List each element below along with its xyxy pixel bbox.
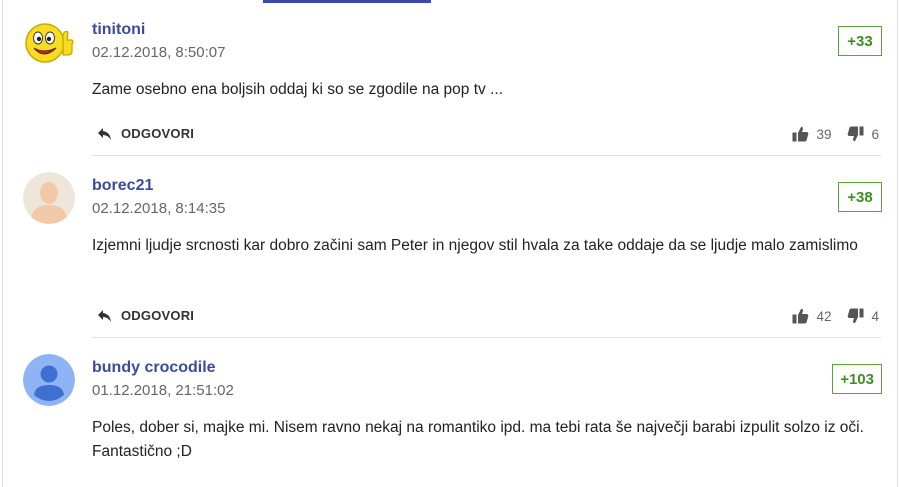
smiley-thumbs-up-icon	[23, 16, 75, 68]
score-badge: +33	[838, 26, 882, 56]
reply-button[interactable]: ODGOVORI	[97, 308, 194, 323]
vote-controls: 39 6	[792, 126, 879, 142]
thumbs-up-icon	[792, 308, 809, 324]
default-user-icon	[23, 354, 75, 406]
default-person-icon	[23, 172, 75, 224]
reply-arrow-icon	[98, 127, 111, 140]
comment-text: Poles, dober si, majke mi. Nisem ravno n…	[92, 419, 864, 460]
dislike-button[interactable]: 6	[847, 126, 879, 142]
score-badge: +103	[832, 364, 882, 394]
comment-text: Zame osebno ena boljsih oddaj ki so se z…	[92, 81, 504, 98]
username[interactable]: borec21	[92, 177, 153, 195]
comment-text: Izjemni ljudje srcnosti kar dobro začini…	[92, 237, 858, 254]
thumbs-down-icon	[848, 308, 864, 324]
like-button[interactable]: 39	[792, 126, 831, 142]
dislike-button[interactable]: 4	[847, 308, 879, 324]
thumbs-down-icon	[848, 126, 864, 142]
avatar	[23, 16, 75, 68]
reply-arrow-icon	[98, 309, 111, 322]
dislike-count: 6	[871, 126, 879, 142]
like-count: 42	[816, 308, 832, 324]
dislike-count: 4	[871, 308, 879, 324]
comment: borec21 02.12.2018, 8:14:35 +38 Izjemni …	[3, 156, 899, 337]
reply-label: ODGOVORI	[121, 126, 195, 141]
timestamp: 02.12.2018, 8:50:07	[92, 44, 226, 61]
comment: bundy crocodile 01.12.2018, 21:51:02 +10…	[3, 338, 899, 487]
like-button[interactable]: 42	[792, 308, 831, 324]
avatar	[23, 172, 75, 224]
comment: tinitoni 02.12.2018, 8:50:07 +33 Zame os…	[3, 0, 899, 155]
reply-label: ODGOVORI	[121, 308, 195, 323]
username[interactable]: tinitoni	[92, 21, 145, 39]
timestamp: 02.12.2018, 8:14:35	[92, 200, 226, 217]
timestamp: 01.12.2018, 21:51:02	[92, 382, 234, 399]
reply-button[interactable]: ODGOVORI	[97, 126, 194, 141]
avatar	[23, 354, 75, 406]
username[interactable]: bundy crocodile	[92, 359, 216, 377]
score-badge: +38	[838, 182, 882, 212]
like-count: 39	[816, 126, 832, 142]
thumbs-up-icon	[792, 126, 809, 142]
comment-list: tinitoni 02.12.2018, 8:50:07 +33 Zame os…	[2, 0, 898, 487]
vote-controls: 42 4	[792, 308, 879, 324]
